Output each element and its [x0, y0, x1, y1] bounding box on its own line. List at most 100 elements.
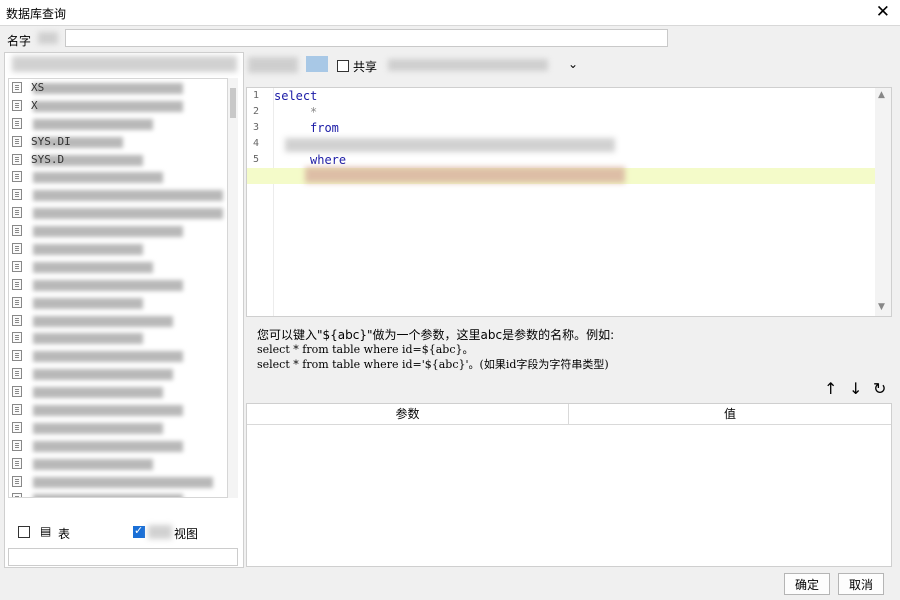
move-down-icon[interactable]: ↓	[849, 380, 862, 398]
tree-item[interactable]	[9, 115, 227, 133]
tree-item[interactable]	[9, 329, 227, 347]
table-icon	[12, 243, 22, 255]
line-number: 5	[252, 154, 259, 165]
code-token: where	[310, 153, 347, 167]
code-line[interactable]: select	[274, 88, 874, 104]
line-number: 2	[252, 106, 259, 117]
redacted-table-name	[33, 83, 183, 94]
tree-item-label: SYS.D	[31, 152, 65, 166]
refresh-db-icon[interactable]	[306, 56, 328, 72]
tree-item[interactable]	[9, 490, 227, 497]
tree-item-label: X	[31, 98, 38, 112]
table-tree[interactable]: XSXSYS.DISYS.DSYSYSmmsys	[8, 78, 228, 498]
toolbar-blurred-controls[interactable]	[248, 57, 298, 73]
table-icon	[12, 475, 22, 487]
tree-item[interactable]	[9, 276, 227, 294]
cancel-button[interactable]: 取消	[838, 573, 884, 595]
redacted-table-name	[33, 476, 213, 488]
sql-editor[interactable]: 123456 select*fromwhere ▲ ▼	[246, 87, 892, 317]
scroll-up-icon[interactable]: ▲	[878, 90, 885, 100]
tree-item[interactable]	[9, 437, 227, 455]
param-actions: ↑ ↓ ↻	[820, 380, 892, 400]
view-label: 视图	[174, 527, 199, 541]
share-label: 共享	[353, 60, 378, 74]
redacted-table-name	[33, 494, 183, 497]
parameter-table-header: 参数 值	[247, 404, 891, 425]
redacted-table-name	[33, 387, 163, 399]
object-type-options: ▤ 表 视图	[10, 522, 240, 542]
tree-item[interactable]	[9, 204, 227, 222]
redacted-table-name	[33, 333, 143, 345]
view-type-icon	[148, 525, 172, 539]
table-icon	[12, 260, 22, 272]
tree-item[interactable]	[9, 186, 227, 204]
tree-item[interactable]	[9, 222, 227, 240]
line-number: 4	[252, 138, 259, 149]
tree-item[interactable]: SYS.DI	[9, 133, 227, 151]
redacted-table-name	[33, 226, 183, 238]
ok-button[interactable]: 确定	[784, 573, 830, 595]
tree-item[interactable]: X	[9, 97, 227, 115]
name-row: 名字	[0, 27, 900, 51]
table-icon	[12, 225, 22, 237]
code-line[interactable]: where	[274, 152, 874, 168]
redacted-block	[38, 32, 58, 44]
hint-line-3: select * from table where id='${abc}'。(如…	[257, 358, 609, 371]
tree-item[interactable]	[9, 455, 227, 473]
chevron-down-icon[interactable]: ⌄	[568, 57, 578, 71]
tree-item[interactable]	[9, 365, 227, 383]
redacted-table-name	[33, 190, 223, 202]
view-checkbox[interactable]	[133, 524, 145, 538]
tree-scroll-thumb[interactable]	[230, 88, 236, 118]
share-checkbox[interactable]	[337, 60, 349, 72]
filter-input[interactable]	[8, 548, 238, 566]
query-toolbar: 共享 ⌄	[248, 53, 892, 83]
column-header-value[interactable]: 值	[569, 404, 891, 424]
tree-item[interactable]	[9, 473, 227, 491]
tree-item[interactable]	[9, 294, 227, 312]
move-up-icon[interactable]: ↑	[824, 380, 837, 398]
column-header-param[interactable]: 参数	[247, 404, 569, 424]
redacted-table-name	[33, 118, 153, 130]
scroll-down-icon[interactable]: ▼	[878, 302, 885, 312]
name-input[interactable]	[65, 29, 668, 47]
redacted-table-name	[33, 315, 173, 327]
table-checkbox[interactable]	[18, 526, 30, 538]
editor-scrollbar[interactable]: ▲ ▼	[875, 88, 891, 316]
tree-item[interactable]: SYS.D	[9, 151, 227, 169]
table-icon	[12, 153, 22, 165]
table-icon	[12, 117, 22, 129]
tree-item[interactable]	[9, 168, 227, 186]
tree-item[interactable]	[9, 419, 227, 437]
table-icon	[12, 314, 22, 326]
redacted-table-name	[33, 351, 183, 363]
tree-scrollbar[interactable]	[228, 78, 238, 498]
table-icon	[12, 350, 22, 362]
table-icon	[12, 135, 22, 147]
redacted-condition	[305, 167, 625, 183]
table-icon	[12, 457, 22, 469]
table-icon	[12, 368, 22, 380]
title-bar: 数据库查询 ✕	[0, 0, 900, 26]
connection-selector[interactable]	[12, 56, 237, 72]
tree-item[interactable]	[9, 383, 227, 401]
table-icon	[12, 386, 22, 398]
tree-item[interactable]: XS	[9, 79, 227, 97]
redacted-table-name	[33, 208, 223, 220]
tree-item[interactable]	[9, 347, 227, 365]
code-line[interactable]: *	[274, 104, 874, 120]
close-icon[interactable]: ✕	[876, 3, 890, 21]
redacted-table-name	[33, 279, 183, 291]
tree-item[interactable]	[9, 258, 227, 276]
table-icon	[12, 207, 22, 219]
parameter-table[interactable]: 参数 值	[246, 403, 892, 567]
redacted-table-name	[33, 405, 183, 417]
tree-item[interactable]	[9, 401, 227, 419]
table-icon	[12, 439, 22, 451]
refresh-icon[interactable]: ↻	[873, 380, 886, 398]
tree-item[interactable]	[9, 240, 227, 258]
tree-item[interactable]	[9, 312, 227, 330]
code-token: select	[274, 89, 318, 103]
code-line[interactable]: from	[274, 120, 874, 136]
line-number: 3	[252, 122, 259, 133]
